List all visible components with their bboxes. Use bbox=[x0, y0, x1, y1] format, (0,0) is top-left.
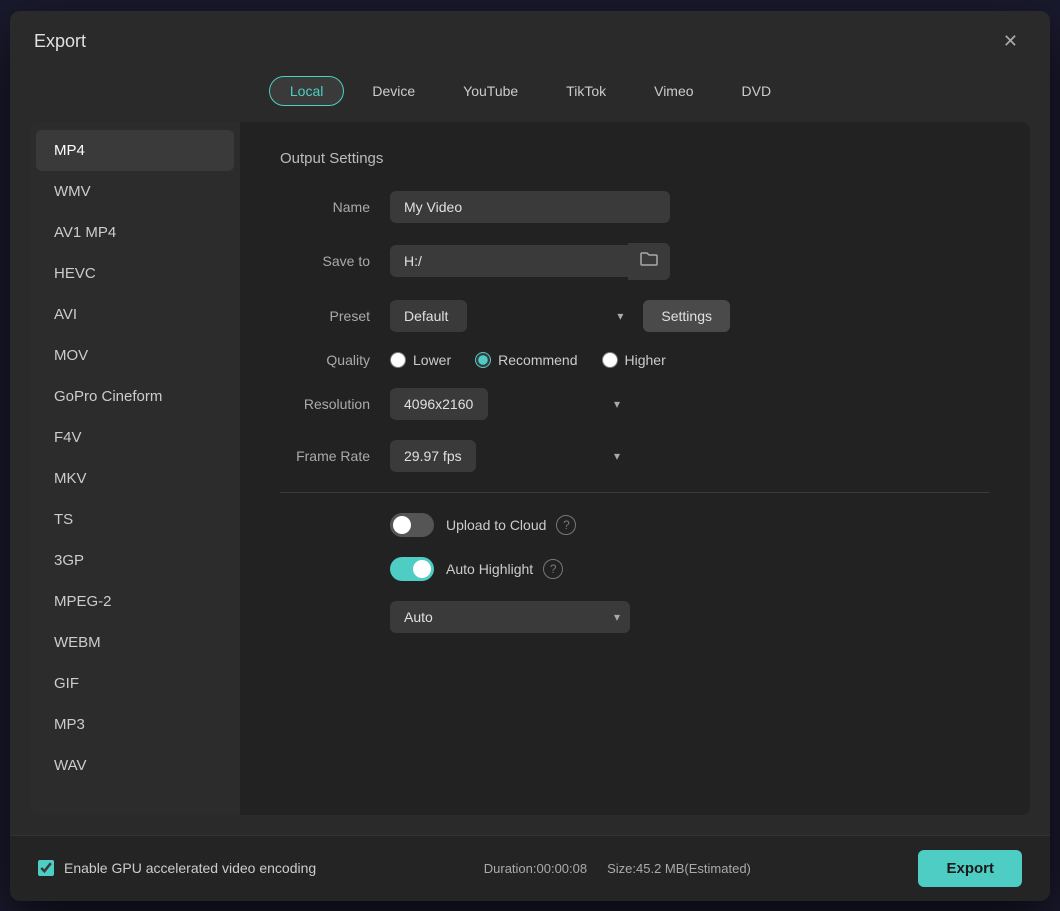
preset-select[interactable]: Default Custom bbox=[390, 300, 467, 332]
upload-cloud-label: Upload to Cloud bbox=[446, 517, 546, 533]
format-mp3[interactable]: MP3 bbox=[30, 704, 240, 745]
dialog-footer: Enable GPU accelerated video encoding Du… bbox=[10, 835, 1050, 901]
upload-cloud-row: Upload to Cloud ? bbox=[280, 513, 990, 537]
quality-recommend-radio[interactable] bbox=[475, 352, 491, 368]
save-to-input[interactable] bbox=[390, 245, 628, 277]
size-label: Size:45.2 MB(Estimated) bbox=[607, 861, 751, 876]
close-button[interactable]: ✕ bbox=[995, 27, 1026, 56]
tab-tiktok[interactable]: TikTok bbox=[546, 76, 626, 106]
tab-bar: Local Device YouTube TikTok Vimeo DVD bbox=[10, 68, 1050, 122]
quality-lower[interactable]: Lower bbox=[390, 352, 451, 368]
resolution-row: Resolution 4096x2160 1920x1080 1280x720 bbox=[280, 388, 990, 420]
preset-label: Preset bbox=[280, 308, 370, 324]
quality-label: Quality bbox=[280, 352, 370, 368]
auto-highlight-label: Auto Highlight bbox=[446, 561, 533, 577]
resolution-select-wrapper: 4096x2160 1920x1080 1280x720 bbox=[390, 388, 630, 420]
frame-rate-row: Frame Rate 29.97 fps 25 fps 24 fps 60 fp… bbox=[280, 440, 990, 472]
auto-highlight-row: Auto Highlight ? bbox=[280, 557, 990, 581]
quality-higher-label: Higher bbox=[625, 352, 666, 368]
preset-row: Preset Default Custom Settings bbox=[280, 300, 990, 332]
format-avi[interactable]: AVI bbox=[30, 294, 240, 335]
footer-info: Duration:00:00:08 Size:45.2 MB(Estimated… bbox=[484, 861, 751, 876]
format-wav[interactable]: WAV bbox=[30, 745, 240, 786]
resolution-label: Resolution bbox=[280, 396, 370, 412]
main-content: MP4 WMV AV1 MP4 HEVC AVI MOV GoPro Cinef… bbox=[30, 122, 1030, 815]
format-wmv[interactable]: WMV bbox=[30, 171, 240, 212]
quality-lower-label: Lower bbox=[413, 352, 451, 368]
format-f4v[interactable]: F4V bbox=[30, 417, 240, 458]
format-gif[interactable]: GIF bbox=[30, 663, 240, 704]
format-list: MP4 WMV AV1 MP4 HEVC AVI MOV GoPro Cinef… bbox=[30, 122, 240, 815]
settings-button[interactable]: Settings bbox=[643, 300, 730, 332]
quality-lower-radio[interactable] bbox=[390, 352, 406, 368]
auto-highlight-toggle[interactable] bbox=[390, 557, 434, 581]
divider bbox=[280, 492, 990, 493]
quality-higher[interactable]: Higher bbox=[602, 352, 666, 368]
format-ts[interactable]: TS bbox=[30, 499, 240, 540]
tab-device[interactable]: Device bbox=[352, 76, 435, 106]
quality-options: Lower Recommend Higher bbox=[390, 352, 666, 368]
auto-select-wrapper: Auto Manual bbox=[390, 601, 630, 633]
quality-row: Quality Lower Recommend Higher bbox=[280, 352, 990, 368]
gpu-label: Enable GPU accelerated video encoding bbox=[64, 860, 316, 876]
tab-dvd[interactable]: DVD bbox=[722, 76, 792, 106]
resolution-select[interactable]: 4096x2160 1920x1080 1280x720 bbox=[390, 388, 488, 420]
export-button[interactable]: Export bbox=[918, 850, 1022, 887]
dialog-header: Export ✕ bbox=[10, 11, 1050, 68]
preset-select-wrapper: Default Custom bbox=[390, 300, 633, 332]
quality-recommend-label: Recommend bbox=[498, 352, 577, 368]
format-mpeg2[interactable]: MPEG-2 bbox=[30, 581, 240, 622]
name-label: Name bbox=[280, 199, 370, 215]
export-dialog: Export ✕ Local Device YouTube TikTok Vim… bbox=[10, 11, 1050, 901]
gpu-checkbox[interactable] bbox=[38, 860, 54, 876]
format-mp4[interactable]: MP4 bbox=[36, 130, 234, 171]
frame-rate-select-wrapper: 29.97 fps 25 fps 24 fps 60 fps bbox=[390, 440, 630, 472]
settings-panel: Output Settings Name Save to bbox=[240, 122, 1030, 815]
name-input[interactable] bbox=[390, 191, 670, 223]
footer-left: Enable GPU accelerated video encoding bbox=[38, 860, 316, 876]
dialog-title: Export bbox=[34, 31, 86, 52]
preset-field: Default Custom Settings bbox=[390, 300, 730, 332]
format-mkv[interactable]: MKV bbox=[30, 458, 240, 499]
format-av1mp4[interactable]: AV1 MP4 bbox=[30, 212, 240, 253]
format-gopro[interactable]: GoPro Cineform bbox=[30, 376, 240, 417]
frame-rate-label: Frame Rate bbox=[280, 448, 370, 464]
tab-vimeo[interactable]: Vimeo bbox=[634, 76, 713, 106]
save-to-row: Save to bbox=[280, 243, 990, 280]
upload-cloud-help-icon[interactable]: ? bbox=[556, 515, 576, 535]
format-mov[interactable]: MOV bbox=[30, 335, 240, 376]
section-title: Output Settings bbox=[280, 150, 990, 167]
quality-recommend[interactable]: Recommend bbox=[475, 352, 577, 368]
auto-highlight-help-icon[interactable]: ? bbox=[543, 559, 563, 579]
auto-select[interactable]: Auto Manual bbox=[390, 601, 630, 633]
frame-rate-select[interactable]: 29.97 fps 25 fps 24 fps 60 fps bbox=[390, 440, 476, 472]
format-3gp[interactable]: 3GP bbox=[30, 540, 240, 581]
auto-select-row: Auto Manual bbox=[280, 601, 990, 633]
tab-local[interactable]: Local bbox=[269, 76, 344, 106]
quality-higher-radio[interactable] bbox=[602, 352, 618, 368]
format-hevc[interactable]: HEVC bbox=[30, 253, 240, 294]
duration-label: Duration:00:00:08 bbox=[484, 861, 587, 876]
name-row: Name bbox=[280, 191, 990, 223]
upload-cloud-toggle[interactable] bbox=[390, 513, 434, 537]
tab-youtube[interactable]: YouTube bbox=[443, 76, 538, 106]
save-to-label: Save to bbox=[280, 253, 370, 269]
folder-browse-button[interactable] bbox=[628, 243, 670, 280]
save-to-field bbox=[390, 243, 670, 280]
format-webm[interactable]: WEBM bbox=[30, 622, 240, 663]
